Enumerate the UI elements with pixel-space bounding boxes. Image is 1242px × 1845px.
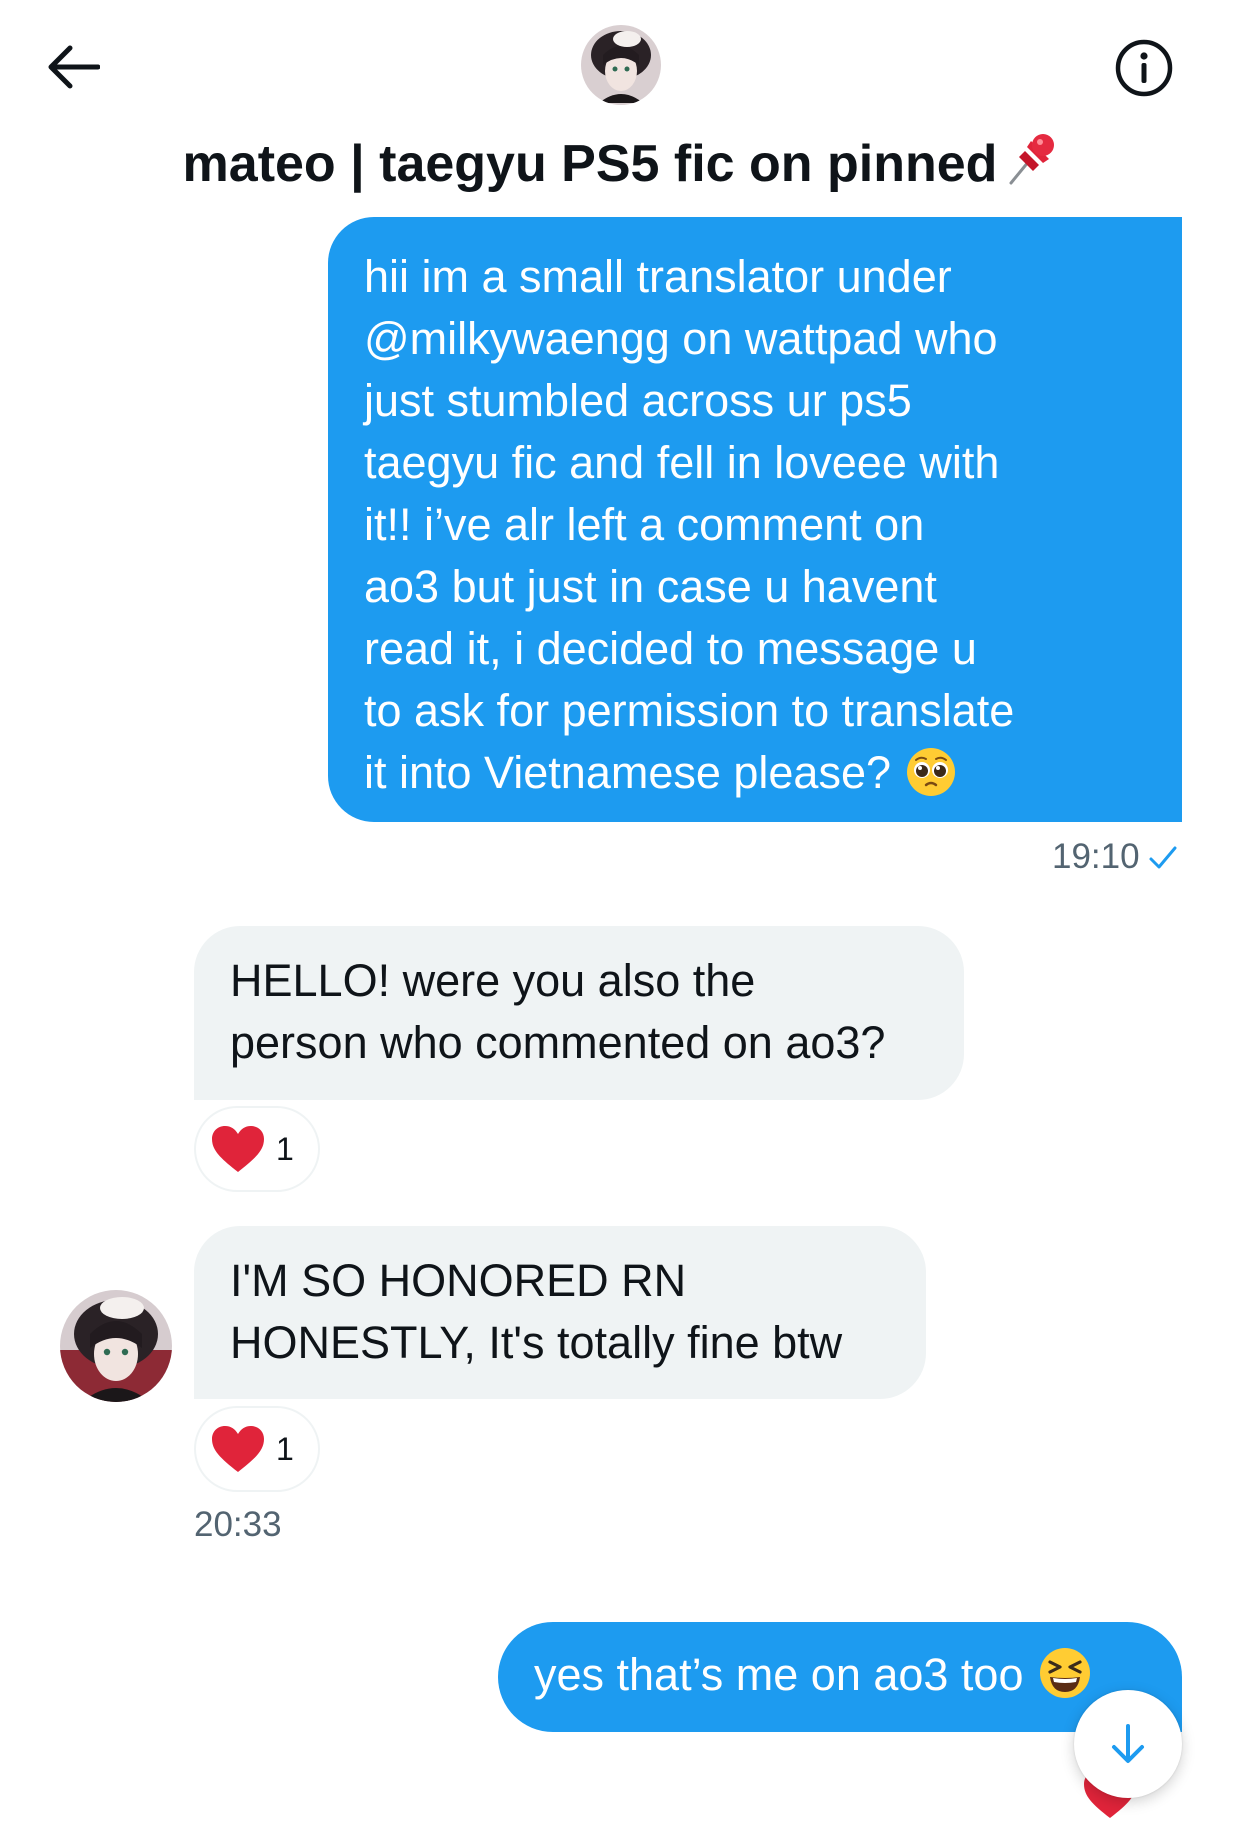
back-arrow-icon [48,45,100,89]
heart-icon [212,1126,264,1172]
message-line: hii im a small translator under [364,251,952,302]
message-line: taegyu fic and fell in loveee with [364,437,1000,488]
message-line: HELLO! were you also the [230,955,756,1006]
message-line: it into Vietnamese please? [364,742,1146,814]
sender-avatar[interactable] [60,1290,172,1402]
message-line: to ask for permission to translate [364,685,1015,736]
reaction-count: 1 [276,1130,294,1167]
message-line: I'M SO HONORED RN [230,1255,687,1306]
timestamp-text: 19:10 [1052,837,1140,876]
grinning-squinting-face-icon [1038,1646,1092,1716]
message-line: it!! i’ve alr left a comment on [364,499,925,550]
message-timestamp: 20:33 [194,1505,282,1544]
message-line: ao3 but just in case u havent [364,561,937,612]
page-title[interactable]: mateo | taegyu PS5 fic on pinned [0,128,1242,206]
checkmark-icon [1148,841,1178,881]
message-text: yes that’s me on ao3 too [534,1649,1024,1700]
info-button[interactable] [1110,34,1178,102]
heart-icon [212,1426,264,1472]
back-button[interactable] [40,38,106,96]
info-icon [1115,39,1173,97]
pushpin-icon [1003,131,1059,206]
scroll-to-bottom-button[interactable] [1074,1690,1182,1798]
arrow-down-icon [1112,1724,1144,1763]
message-bubble-sent[interactable]: yes that’s me on ao3 too [498,1622,1182,1732]
message-line-text: it into Vietnamese please? [364,747,892,798]
message-line: person who commented on ao3? [230,1017,886,1068]
message-bubble-received[interactable]: HELLO! were you also the person who comm… [194,926,964,1100]
heart-reaction[interactable]: 1 [194,1406,320,1492]
reaction-count: 1 [276,1430,294,1467]
heart-reaction[interactable]: 1 [194,1106,320,1192]
message-line: just stumbled across ur ps5 [364,375,912,426]
message-bubble-sent[interactable]: hii im a small translator under @milkywa… [328,217,1182,822]
conversation-header: mateo | taegyu PS5 fic on pinned [0,0,1242,215]
message-line: @milkywaengg on wattpad who [364,313,998,364]
message-line: HONESTLY, It's totally fine btw [230,1317,843,1368]
message-timestamp: 19:10 [1052,837,1178,881]
contact-avatar[interactable] [581,25,661,105]
conversation-name: mateo | taegyu PS5 fic on pinned [182,135,998,193]
message-bubble-received[interactable]: I'M SO HONORED RN HONESTLY, It's totally… [194,1226,926,1399]
pleading-face-icon [905,746,957,814]
message-line: read it, i decided to message u [364,623,977,674]
